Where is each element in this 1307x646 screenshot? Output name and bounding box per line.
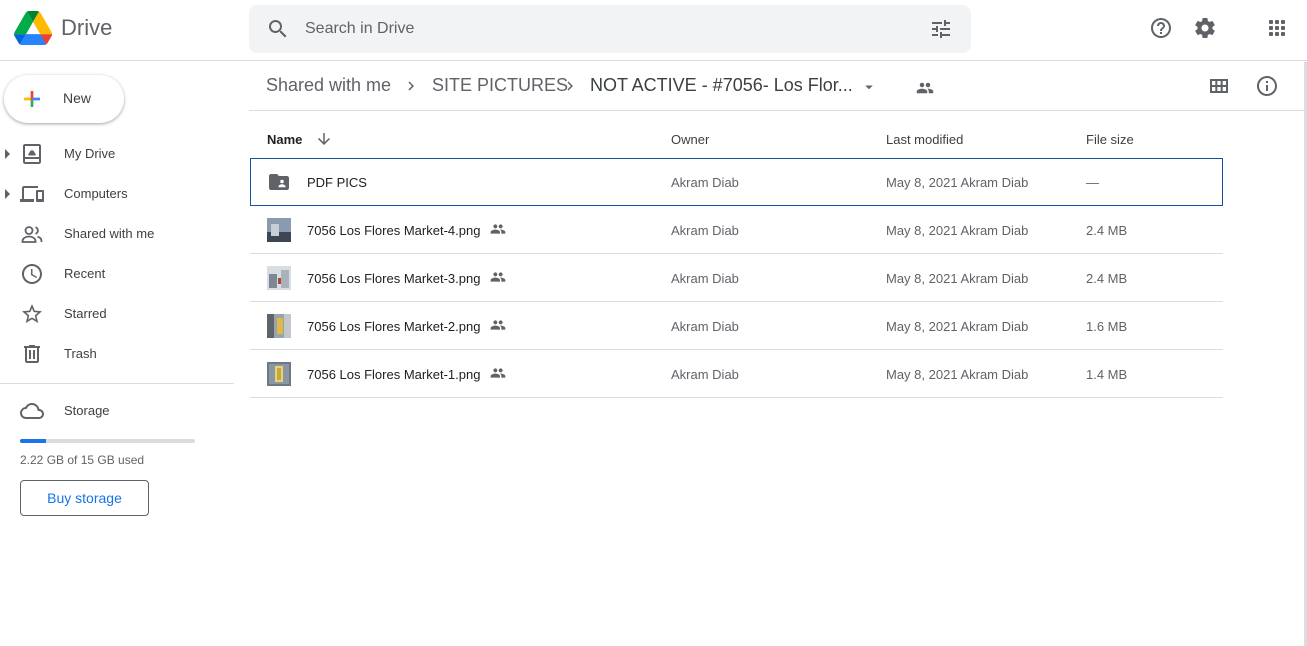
dropdown-arrow-icon[interactable] (860, 78, 878, 96)
apps-grid-icon[interactable] (1265, 16, 1289, 40)
table-header: Name Owner Last modified File size (250, 111, 1223, 158)
breadcrumb-item-shared-with-me[interactable]: Shared with me (266, 75, 391, 96)
search-box[interactable] (249, 5, 971, 53)
column-header-file-size[interactable]: File size (1086, 132, 1134, 147)
breadcrumb: Shared with me SITE PICTURES NOT ACTIVE … (249, 62, 1305, 111)
file-owner: Akram Diab (671, 223, 739, 238)
column-header-name[interactable]: Name (267, 132, 302, 147)
file-owner: Akram Diab (671, 271, 739, 286)
sidebar-item-shared-with-me[interactable]: Shared with me (0, 218, 234, 250)
shared-people-icon (490, 272, 506, 282)
new-button-label: New (63, 90, 92, 106)
shared-people-icon (490, 224, 506, 234)
sidebar-item-label: My Drive (64, 146, 116, 161)
image-thumbnail (267, 218, 291, 242)
sidebar-item-label: Starred (64, 306, 107, 321)
top-bar: Drive (0, 0, 1307, 61)
computers-icon (20, 186, 44, 202)
info-icon[interactable] (1255, 74, 1279, 98)
clock-icon (22, 264, 42, 284)
shared-people-icon (490, 320, 506, 330)
new-button[interactable]: New (4, 75, 124, 123)
shared-folder-icon (269, 174, 289, 190)
table-row[interactable]: PDF PICS Akram Diab May 8, 2021 Akram Di… (250, 158, 1223, 206)
file-list: Name Owner Last modified File size PDF P… (250, 111, 1223, 398)
file-size: 1.4 MB (1086, 367, 1128, 382)
chevron-right-icon (567, 81, 573, 91)
file-last-modified: May 8, 2021 Akram Diab (886, 271, 1029, 286)
file-size: 1.6 MB (1086, 319, 1128, 334)
file-last-modified: May 8, 2021 Akram Diab (886, 223, 1029, 238)
drive-logo[interactable]: Drive (14, 11, 112, 45)
table-row[interactable]: 7056 Los Flores Market-3.png Akram Diab … (250, 254, 1223, 302)
shared-icon (21, 226, 43, 243)
plus-icon (24, 91, 40, 107)
file-last-modified: May 8, 2021 Akram Diab (886, 367, 1029, 382)
chevron-right-icon (408, 81, 414, 91)
file-last-modified: May 8, 2021 Akram Diab (886, 175, 1029, 190)
image-thumbnail (267, 362, 291, 386)
file-owner: Akram Diab (671, 175, 739, 190)
file-owner: Akram Diab (671, 319, 739, 334)
storage-usage-text: 2.22 GB of 15 GB used (20, 453, 145, 467)
file-size: — (1086, 175, 1099, 190)
column-header-last-modified[interactable]: Last modified (886, 132, 963, 147)
sidebar-item-storage[interactable]: Storage (0, 395, 234, 427)
sidebar-item-label: Shared with me (64, 226, 155, 241)
breadcrumb-item-current-folder[interactable]: NOT ACTIVE - #7056- Los Flor... (590, 75, 853, 96)
file-name: 7056 Los Flores Market-2.png (307, 319, 481, 334)
sidebar-item-label: Trash (64, 346, 97, 361)
file-last-modified: May 8, 2021 Akram Diab (886, 319, 1029, 334)
trash-icon (24, 345, 40, 363)
image-thumbnail (267, 314, 291, 338)
file-size: 2.4 MB (1086, 223, 1128, 238)
sidebar-item-starred[interactable]: Starred (0, 298, 234, 330)
search-icon[interactable] (266, 17, 290, 41)
grid-view-icon[interactable] (1207, 74, 1231, 98)
help-icon[interactable] (1149, 16, 1173, 40)
shared-folder-people-icon[interactable] (916, 79, 934, 97)
storage-progress-bar (20, 439, 195, 443)
drive-logo-icon (14, 11, 52, 45)
sidebar-divider (0, 383, 234, 384)
sidebar-item-label: Recent (64, 266, 106, 281)
search-options-icon[interactable] (929, 17, 953, 41)
sidebar-item-recent[interactable]: Recent (0, 258, 234, 290)
breadcrumb-item-site-pictures[interactable]: SITE PICTURES (432, 75, 568, 96)
sidebar-item-label: Computers (64, 186, 128, 201)
file-name: 7056 Los Flores Market-3.png (307, 271, 481, 286)
storage-progress-fill (20, 439, 46, 443)
column-header-owner[interactable]: Owner (671, 132, 709, 147)
file-owner: Akram Diab (671, 367, 739, 382)
sort-arrow-down-icon[interactable] (315, 130, 333, 148)
file-name: 7056 Los Flores Market-4.png (307, 223, 481, 238)
star-icon (22, 304, 42, 323)
file-size: 2.4 MB (1086, 271, 1128, 286)
buy-storage-button[interactable]: Buy storage (20, 480, 149, 516)
storage-label: Storage (64, 403, 110, 418)
expand-caret-icon[interactable] (5, 149, 10, 159)
my-drive-icon (23, 144, 41, 164)
expand-caret-icon[interactable] (5, 189, 10, 199)
cloud-icon (20, 403, 44, 419)
app-name: Drive (61, 15, 113, 40)
settings-gear-icon[interactable] (1193, 16, 1217, 40)
table-row[interactable]: 7056 Los Flores Market-4.png Akram Diab … (250, 206, 1223, 254)
shared-people-icon (490, 368, 506, 378)
image-thumbnail (267, 266, 291, 290)
sidebar-item-computers[interactable]: Computers (0, 178, 234, 210)
search-input[interactable] (305, 17, 905, 41)
table-row[interactable]: 7056 Los Flores Market-1.png Akram Diab … (250, 350, 1223, 398)
sidebar-item-my-drive[interactable]: My Drive (0, 138, 234, 170)
table-row[interactable]: 7056 Los Flores Market-2.png Akram Diab … (250, 302, 1223, 350)
sidebar-item-trash[interactable]: Trash (0, 338, 234, 370)
file-name: 7056 Los Flores Market-1.png (307, 367, 481, 382)
file-name: PDF PICS (307, 175, 367, 190)
